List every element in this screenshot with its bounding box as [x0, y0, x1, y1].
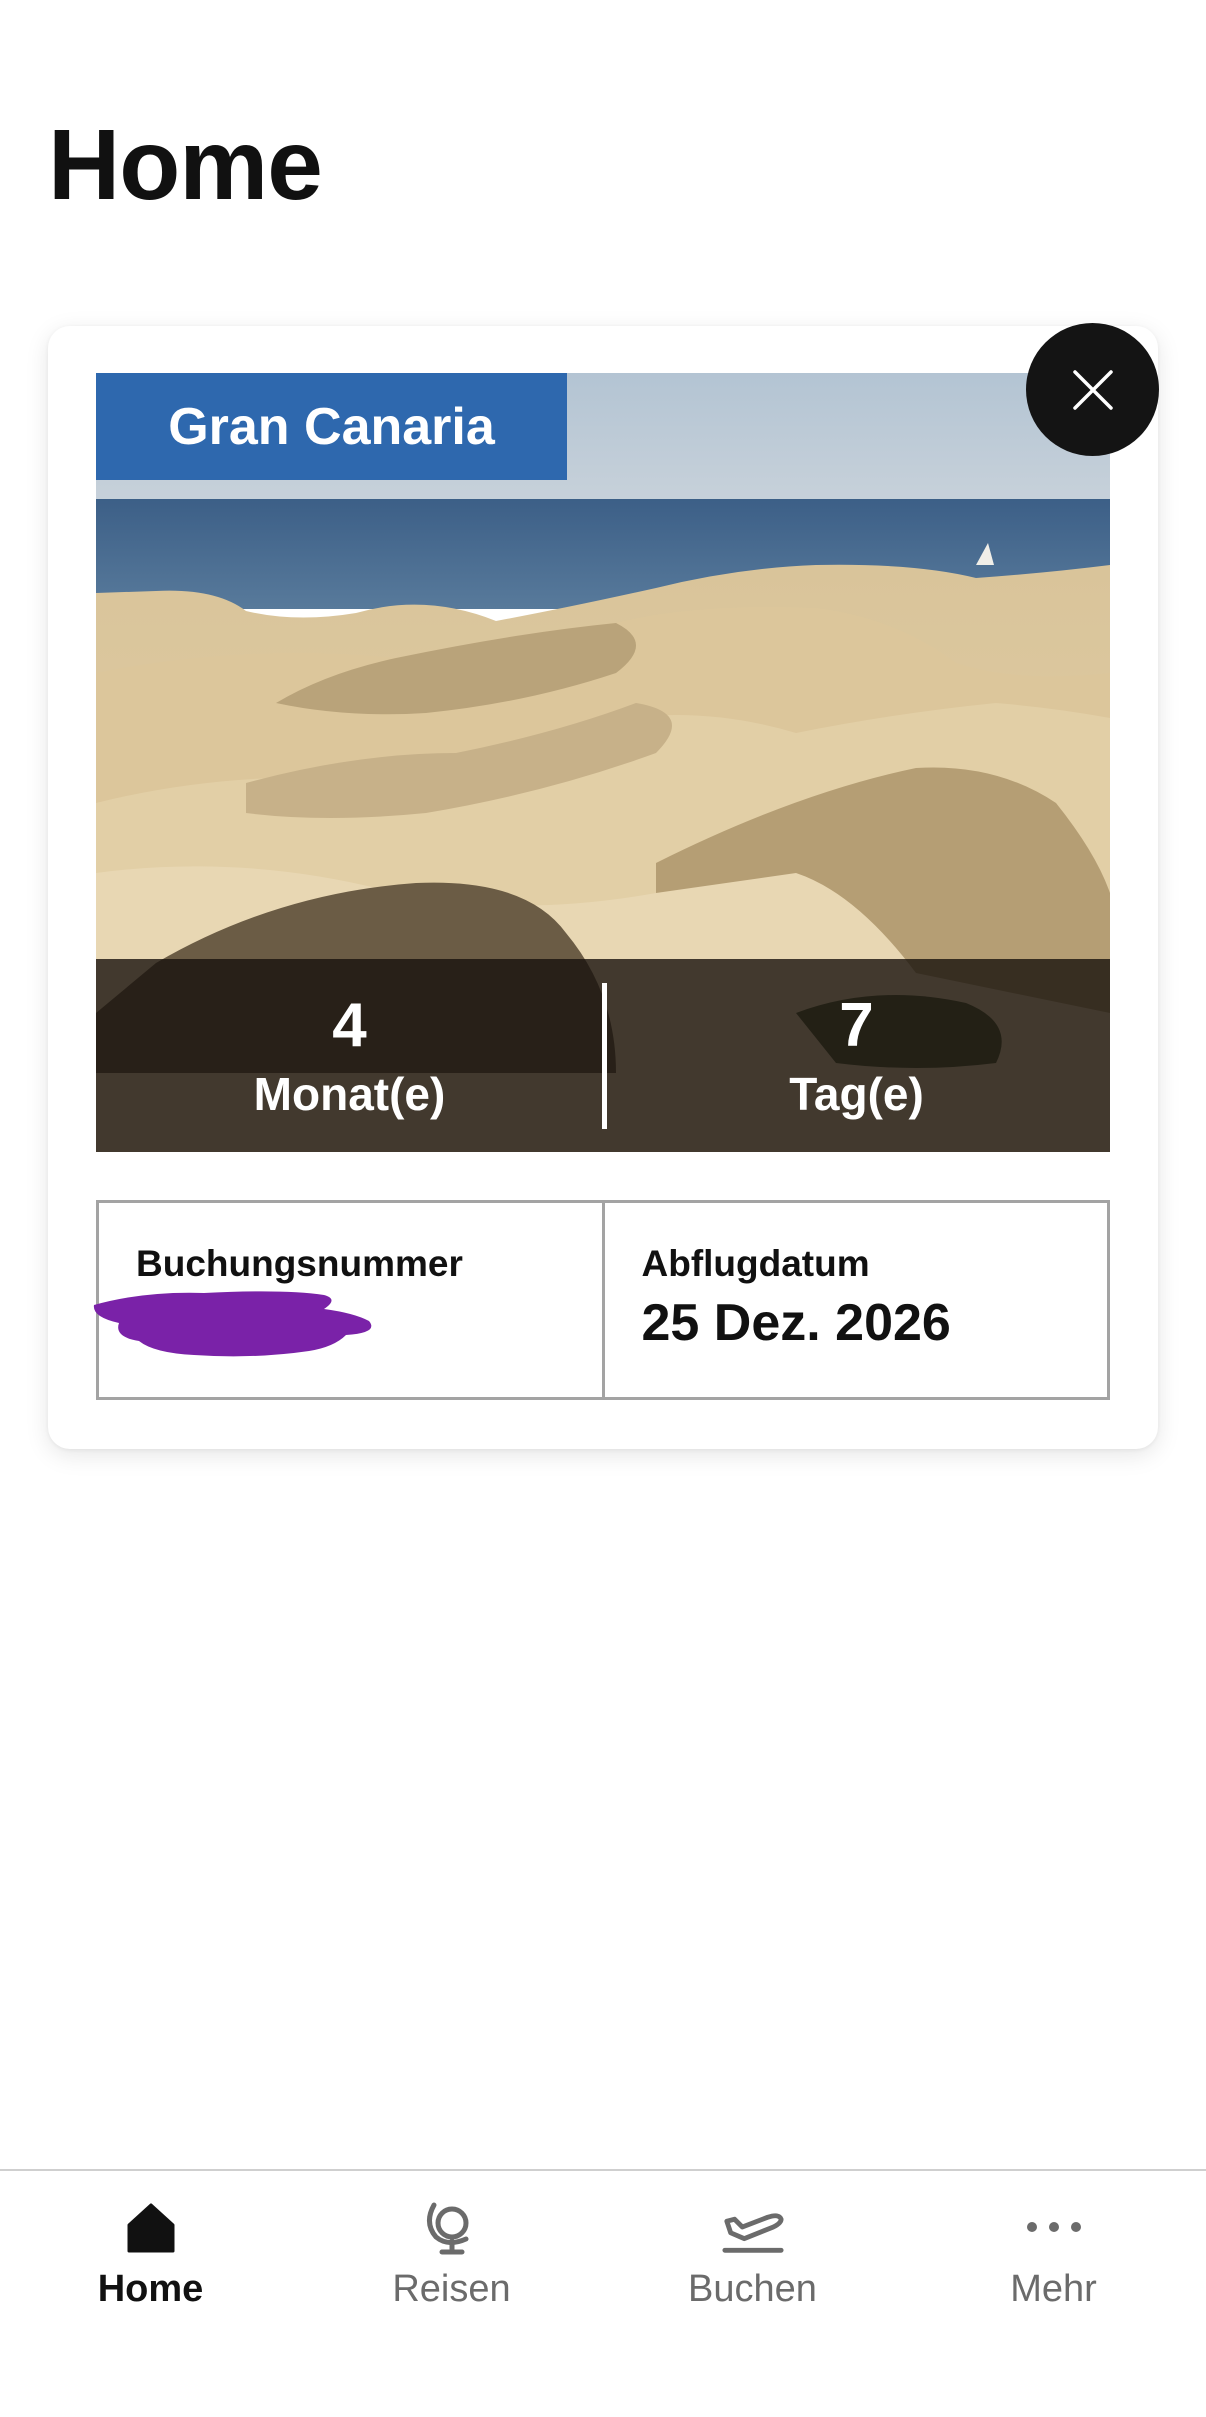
months-label: Monat(e) — [253, 1068, 446, 1121]
booking-number-value — [93, 1285, 602, 1357]
home-icon — [119, 2195, 183, 2258]
more-dots-icon — [1022, 2195, 1086, 2258]
countdown-days: 7 Tag(e) — [603, 959, 1110, 1152]
tab-reisen-label: Reisen — [392, 2268, 511, 2310]
tab-mehr-label: Mehr — [1010, 2268, 1097, 2310]
globe-icon — [420, 2195, 484, 2258]
departure-cell: Abflugdatum 25 Dez. 2026 — [601, 1203, 1108, 1397]
destination-photo: Gran Canaria 4 Monat(e) 7 Tag(e) — [96, 373, 1110, 1152]
bottom-tab-bar: Home Reisen Buchen Mehr — [0, 2169, 1206, 2417]
countdown-months: 4 Monat(e) — [96, 959, 603, 1152]
tab-home[interactable]: Home — [0, 2171, 301, 2311]
redaction-scribble — [93, 1291, 372, 1357]
close-icon — [1072, 369, 1113, 410]
trip-card[interactable]: Gran Canaria 4 Monat(e) 7 Tag(e) Buchung… — [48, 323, 1159, 1449]
page-title: Home — [48, 109, 323, 221]
days-label: Tag(e) — [789, 1068, 924, 1121]
countdown-bar: 4 Monat(e) 7 Tag(e) — [96, 959, 1110, 1152]
departure-date: 25 Dez. 2026 — [641, 1294, 951, 1352]
tab-reisen[interactable]: Reisen — [301, 2171, 602, 2311]
tab-home-label: Home — [97, 2268, 204, 2310]
close-button[interactable] — [1026, 323, 1159, 456]
plane-departure-icon — [721, 2195, 785, 2258]
departure-label: Abflugdatum — [641, 1243, 870, 1284]
months-value: 4 — [332, 990, 367, 1060]
booking-number-cell: Buchungsnummer — [93, 1203, 602, 1397]
destination-name: Gran Canaria — [168, 397, 495, 456]
tab-buchen[interactable]: Buchen — [602, 2171, 903, 2311]
tab-mehr[interactable]: Mehr — [903, 2171, 1204, 2311]
days-value: 7 — [839, 990, 874, 1060]
destination-badge: Gran Canaria — [96, 373, 567, 480]
tab-buchen-label: Buchen — [688, 2268, 817, 2310]
countdown-divider — [602, 983, 607, 1129]
booking-info: Buchungsnummer Abflugdatum 25 Dez. 2026 — [93, 1200, 1110, 1400]
